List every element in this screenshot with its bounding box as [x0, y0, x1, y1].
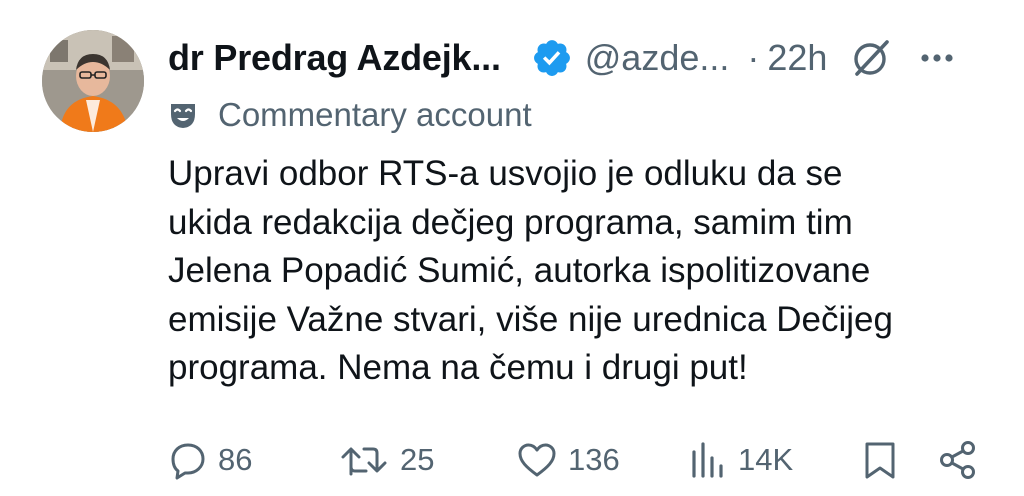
account-label[interactable]: Commentary account: [168, 92, 532, 138]
tweet-text-line: Jelena Popadić Sumić, autorka ispolitizo…: [168, 251, 871, 290]
like-count: 136: [568, 442, 620, 477]
retweet-icon: [341, 447, 387, 476]
tweet-header: dr Predrag Azdejk... @azde... · 22h: [168, 28, 984, 88]
tweet-text: Upravi odbor RTS-a usvojio je odluku da …: [168, 150, 988, 393]
tweet-actions: 86 25 136 14K: [0, 434, 1024, 486]
reply-count: 86: [218, 442, 253, 477]
author-handle[interactable]: @azde...: [585, 37, 730, 79]
grok-icon[interactable]: [849, 36, 893, 80]
reply-icon: [171, 443, 205, 480]
timestamp[interactable]: 22h: [767, 37, 827, 79]
analytics-icon: [692, 442, 723, 478]
bookmark-button[interactable]: [862, 434, 898, 486]
share-icon: [940, 441, 975, 479]
tweet-text-line: emisije Važne stvari, više nije urednica…: [168, 299, 893, 339]
heart-icon: [518, 443, 556, 477]
tweet-text-line: programa. Nema na čemu i drugi put!: [168, 348, 748, 387]
separator-dot: ·: [747, 37, 760, 78]
theater-mask-icon: [171, 104, 195, 128]
avatar[interactable]: [42, 30, 144, 132]
like-button[interactable]: 136: [516, 434, 620, 486]
views-count: 14K: [738, 442, 794, 477]
bookmark-icon: [865, 442, 895, 479]
account-label-text: Commentary account: [218, 96, 532, 133]
more-options-icon[interactable]: [917, 38, 957, 78]
tweet-text-line: Upravi odbor RTS-a usvojio je odluku da …: [168, 154, 843, 193]
author-display-name[interactable]: dr Predrag Azdejk...: [168, 37, 501, 79]
tweet-text-line: ukida redakcija dečjeg programa, samim t…: [168, 202, 853, 242]
views-button[interactable]: 14K: [688, 434, 793, 486]
reply-button[interactable]: 86: [168, 434, 252, 486]
share-button[interactable]: [938, 434, 978, 486]
verified-badge-icon[interactable]: [531, 37, 573, 79]
retweet-count: 25: [400, 442, 435, 477]
retweet-button[interactable]: 25: [340, 434, 434, 486]
